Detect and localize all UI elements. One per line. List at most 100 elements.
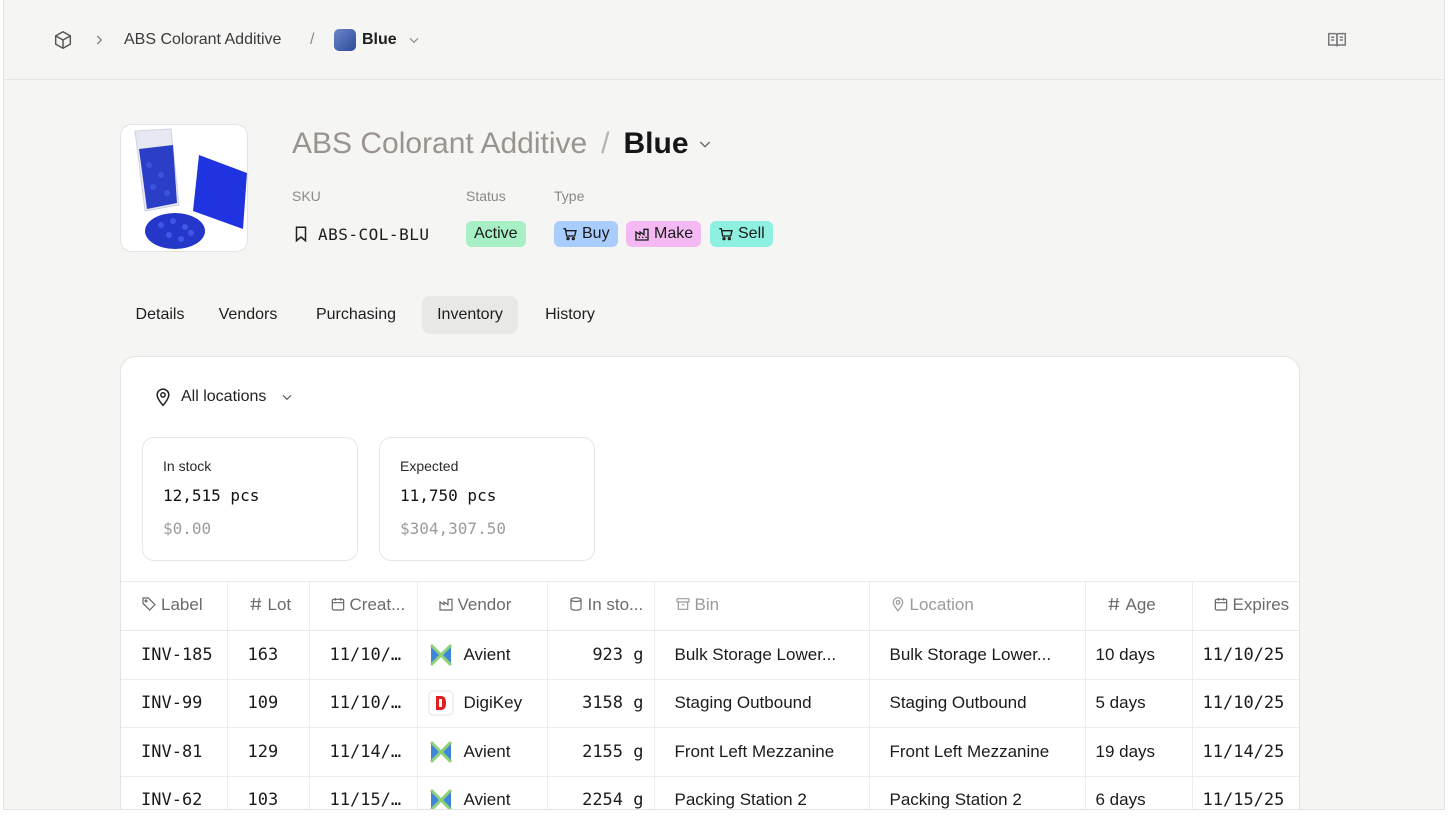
cell-label[interactable]: INV-62: [121, 776, 227, 809]
calendar-icon: [330, 596, 346, 617]
avient-logo-icon: [428, 787, 454, 809]
type-badge-buy: Buy: [554, 221, 618, 247]
tab-inventory[interactable]: Inventory: [422, 296, 518, 334]
map-pin-icon: [890, 596, 906, 617]
cell-location: Front Left Mezzanine: [868, 727, 1085, 777]
cell-label[interactable]: INV-81: [121, 727, 227, 777]
breadcrumb-separator: /: [310, 31, 315, 48]
column-header-vendor[interactable]: Vendor: [416, 581, 547, 631]
tab-history[interactable]: History: [530, 296, 610, 334]
hash-icon: [1106, 596, 1122, 617]
in-stock-card: In stock 12,515 pcs $0.00: [142, 437, 358, 561]
cell-label[interactable]: INV-99: [121, 679, 227, 728]
database-icon: [568, 596, 584, 617]
cell-vendor[interactable]: Avient: [416, 727, 547, 777]
inventory-panel: All locations In stock 12,515 pcs $0.00 …: [120, 356, 1300, 809]
cell-bin: Staging Outbound: [653, 679, 869, 728]
cell-label[interactable]: INV-185: [121, 630, 227, 680]
hash-icon: [248, 596, 264, 617]
cell-location: Packing Station 2: [868, 776, 1085, 809]
type-label: Type: [554, 188, 585, 204]
type-badge-make: Make: [626, 221, 702, 247]
chevron-down-icon: [280, 390, 294, 404]
cell-lot: 109: [226, 679, 309, 728]
table-row[interactable]: INV-81 129 11/14/25 Avient 2155 g Front …: [121, 727, 1299, 777]
column-header-lot[interactable]: Lot: [226, 581, 309, 631]
factory-icon: [438, 596, 454, 617]
bookmark-icon: [292, 225, 310, 243]
in-stock-qty: 12,515 pcs: [163, 486, 260, 505]
status-badge: Active: [466, 221, 526, 247]
table-header-row: Label Lot Creat... Vendor In sto... Bin …: [121, 581, 1299, 631]
cell-expires: 11/15/25: [1191, 776, 1299, 809]
breadcrumb-parent-label: ABS Colorant Additive: [124, 31, 282, 48]
cell-bin: Packing Station 2: [653, 776, 869, 809]
expected-card: Expected 11,750 pcs $304,307.50: [379, 437, 595, 561]
chevron-right-icon: [92, 0, 106, 80]
cell-in-stock: 923 g: [546, 630, 654, 680]
home-icon[interactable]: [52, 0, 74, 80]
location-filter[interactable]: All locations: [153, 385, 294, 409]
expected-value: $304,307.50: [400, 519, 506, 538]
cell-location: Bulk Storage Lower...: [868, 630, 1085, 680]
cell-vendor[interactable]: Avient: [416, 776, 547, 809]
tab-details[interactable]: Details: [120, 296, 200, 334]
cell-bin: Front Left Mezzanine: [653, 727, 869, 777]
cell-created: 11/14/25: [308, 727, 417, 777]
table-row[interactable]: INV-185 163 11/10/25 Avient 923 g Bulk S…: [121, 630, 1299, 680]
column-header-in-stock[interactable]: In sto...: [546, 581, 654, 631]
book-icon[interactable]: [1326, 0, 1348, 80]
product-image: [120, 124, 248, 252]
cell-location: Staging Outbound: [868, 679, 1085, 728]
avient-logo-icon: [428, 642, 454, 668]
table-row[interactable]: INV-62 103 11/15/25 Avient 2254 g Packin…: [121, 776, 1299, 809]
cell-age: 5 days: [1084, 679, 1192, 728]
column-header-location[interactable]: Location: [868, 581, 1085, 631]
cell-expires: 11/14/25: [1191, 727, 1299, 777]
chevron-down-icon: [407, 33, 421, 47]
cell-expires: 11/10/25: [1191, 630, 1299, 680]
factory-icon: [634, 226, 650, 242]
cell-vendor[interactable]: DigiKey: [416, 679, 547, 728]
title-parent[interactable]: ABS Colorant Additive: [292, 127, 587, 161]
sku-value[interactable]: ABS-COL-BLU: [292, 222, 429, 246]
in-stock-value: $0.00: [163, 519, 212, 538]
tab-vendors[interactable]: Vendors: [206, 296, 290, 334]
map-pin-icon: [153, 387, 173, 407]
expected-qty: 11,750 pcs: [400, 486, 497, 505]
cell-created: 11/10/25: [308, 679, 417, 728]
cart-icon: [562, 226, 578, 242]
digikey-logo-icon: [428, 690, 454, 716]
calendar-icon: [1213, 596, 1229, 617]
column-header-created[interactable]: Creat...: [308, 581, 417, 631]
cell-in-stock: 2155 g: [546, 727, 654, 777]
sku-label: SKU: [292, 188, 321, 204]
variant-thumbnail-icon: [334, 29, 356, 51]
breadcrumb-current-label: Blue: [362, 31, 397, 48]
archive-icon: [675, 596, 691, 617]
column-header-label[interactable]: Label: [121, 581, 227, 631]
cell-expires: 11/10/25: [1191, 679, 1299, 728]
cell-age: 6 days: [1084, 776, 1192, 809]
cell-vendor[interactable]: Avient: [416, 630, 547, 680]
cell-age: 19 days: [1084, 727, 1192, 777]
inventory-table: Label Lot Creat... Vendor In sto... Bin …: [121, 581, 1299, 809]
column-header-expires[interactable]: Expires: [1191, 581, 1299, 631]
cell-in-stock: 3158 g: [546, 679, 654, 728]
breadcrumb-current[interactable]: Blue: [334, 0, 421, 80]
breadcrumb-parent[interactable]: ABS Colorant Additive: [124, 0, 281, 80]
cell-in-stock: 2254 g: [546, 776, 654, 809]
top-bar: ABS Colorant Additive / Blue: [4, 0, 1444, 80]
cart-icon: [718, 226, 734, 242]
column-header-age[interactable]: Age: [1084, 581, 1192, 631]
column-header-bin[interactable]: Bin: [653, 581, 869, 631]
cell-age: 10 days: [1084, 630, 1192, 680]
cell-lot: 103: [226, 776, 309, 809]
type-badge-sell: Sell: [710, 221, 773, 247]
chevron-down-icon[interactable]: [697, 136, 713, 152]
tab-purchasing[interactable]: Purchasing: [304, 296, 408, 334]
title-variant[interactable]: Blue: [624, 127, 689, 161]
table-row[interactable]: INV-99 109 11/10/25 DigiKey 3158 g Stagi…: [121, 679, 1299, 728]
location-filter-label: All locations: [181, 388, 267, 405]
cell-created: 11/15/25: [308, 776, 417, 809]
